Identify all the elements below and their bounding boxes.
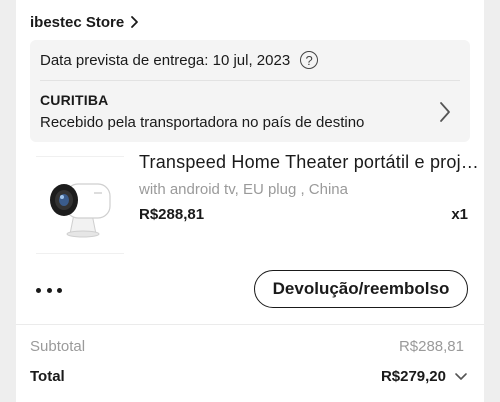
store-name: ibestec Store	[30, 13, 125, 31]
chevron-right-icon	[131, 16, 139, 28]
total-label: Total	[30, 368, 65, 385]
total-value[interactable]: R$279,20	[381, 368, 446, 385]
dot	[57, 287, 62, 293]
more-dots-icon[interactable]	[36, 280, 62, 300]
divider	[16, 324, 484, 325]
order-card: ibestec Store Data prevista de entrega: …	[16, 0, 484, 402]
refund-button[interactable]: Devolução/reembolso	[254, 270, 468, 308]
product-title[interactable]: Transpeed Home Theater portátil e projet…	[139, 152, 479, 173]
delivery-estimate: Data prevista de entrega: 10 jul, 2023 ?	[40, 40, 319, 80]
tracking-status[interactable]: CURITIBA Recebido pela transportadora no…	[40, 92, 460, 134]
tracking-description: Recebido pela transportadora no país de …	[40, 114, 365, 131]
delivery-estimate-text: Data prevista de entrega: 10 jul, 2023	[40, 51, 291, 69]
question-circle-icon[interactable]: ?	[300, 51, 319, 69]
projector-image	[50, 183, 111, 238]
subtotal-label: Subtotal	[30, 338, 86, 355]
chevron-down-icon[interactable]	[454, 370, 468, 384]
subtotal-value: R$288,81	[398, 338, 464, 355]
chevron-right-icon	[440, 102, 450, 122]
product-variant: with android tv, EU plug , China	[139, 181, 348, 198]
shipping-panel: Data prevista de entrega: 10 jul, 2023 ?…	[30, 40, 470, 142]
product-image[interactable]	[36, 156, 124, 254]
divider	[40, 80, 460, 81]
product-quantity: x1	[451, 206, 468, 223]
product-price: R$288,81	[139, 206, 205, 223]
dot	[36, 287, 41, 293]
dot	[46, 287, 52, 293]
store-link[interactable]: ibestec Store	[30, 10, 140, 34]
tracking-location: CURITIBA	[40, 92, 109, 108]
